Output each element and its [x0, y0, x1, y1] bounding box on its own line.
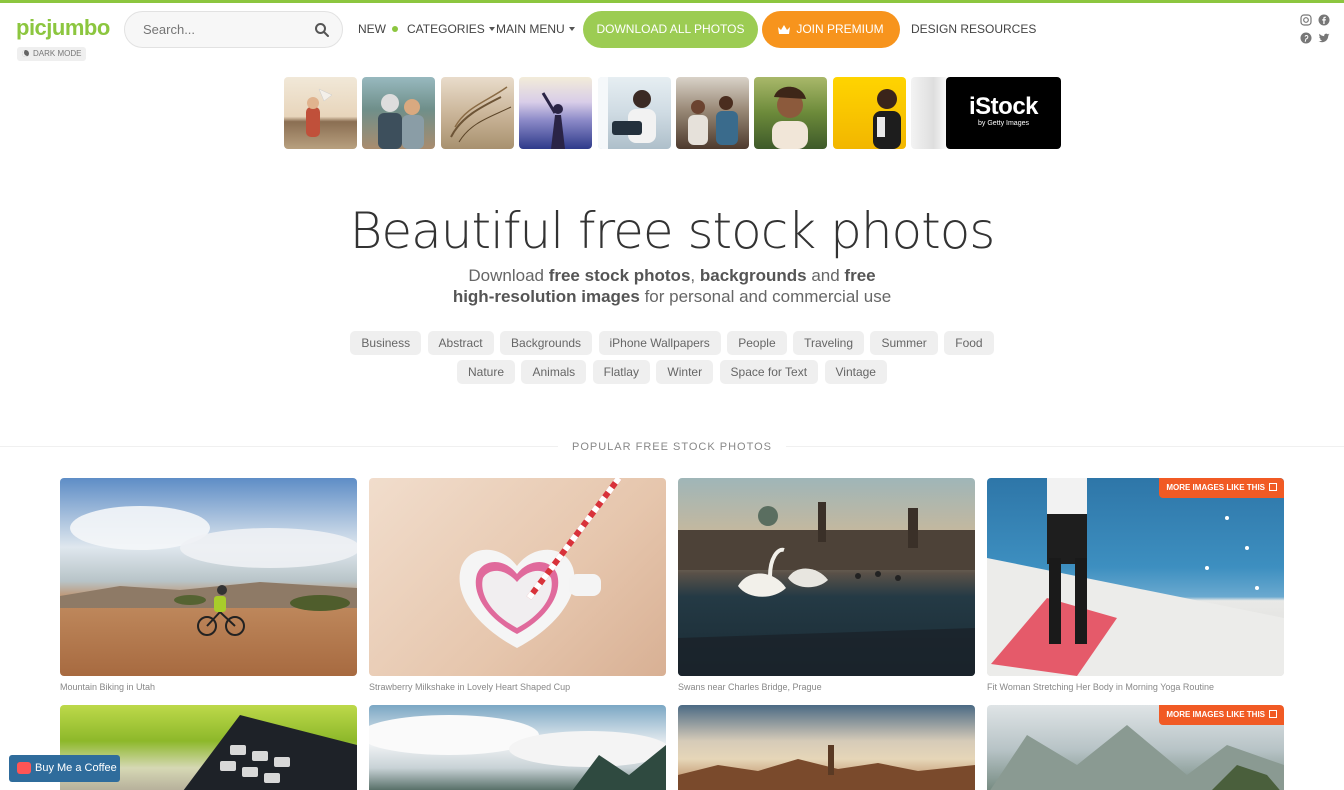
- new-indicator-icon: [392, 26, 398, 32]
- istock-sub-logo: by Getty Images: [978, 120, 1029, 127]
- tag-row-2: Nature Animals Flatlay Winter Space for …: [0, 360, 1344, 384]
- more-like-this-label: MORE IMAGES LIKE THIS: [1166, 710, 1265, 719]
- stock-thumbnail[interactable]: [441, 77, 514, 149]
- more-like-this-label: MORE IMAGES LIKE THIS: [1166, 483, 1265, 492]
- buy-me-a-coffee-label: Buy Me a Coffee: [35, 762, 117, 774]
- nav-new[interactable]: NEW: [358, 22, 398, 36]
- tag-people[interactable]: People: [727, 331, 787, 355]
- download-all-button[interactable]: DOWNLOAD ALL PHOTOS: [583, 11, 758, 48]
- nav-main-menu-label: MAIN MENU: [496, 22, 565, 36]
- photo-card[interactable]: MORE IMAGES LIKE THIS: [987, 478, 1284, 676]
- tag-abstract[interactable]: Abstract: [427, 331, 494, 355]
- tag-iphone-wallpapers[interactable]: iPhone Wallpapers: [598, 331, 721, 355]
- hero-title: Beautiful free stock photos: [349, 202, 996, 260]
- hero-sub-bold: free stock photos: [548, 266, 691, 285]
- more-like-this-badge[interactable]: MORE IMAGES LIKE THIS: [1159, 478, 1284, 498]
- dark-mode-label: DARK MODE: [33, 49, 82, 58]
- tag-food[interactable]: Food: [944, 331, 994, 355]
- stock-thumbnail[interactable]: [519, 77, 592, 149]
- nav-categories[interactable]: CATEGORIES: [407, 22, 495, 36]
- photo-card[interactable]: [369, 705, 666, 790]
- external-link-icon: [1269, 483, 1277, 491]
- nav-new-label: NEW: [358, 22, 386, 36]
- tag-vintage[interactable]: Vintage: [824, 360, 887, 384]
- photo-caption[interactable]: Mountain Biking in Utah: [60, 682, 155, 692]
- join-premium-button[interactable]: JOIN PREMIUM: [762, 11, 900, 48]
- tag-flatlay[interactable]: Flatlay: [592, 360, 650, 384]
- buy-me-a-coffee-button[interactable]: Buy Me a Coffee: [9, 755, 120, 782]
- photo-card[interactable]: MORE IMAGES LIKE THIS: [987, 705, 1284, 790]
- pinterest-icon[interactable]: [1300, 32, 1312, 44]
- photo-card[interactable]: [678, 705, 975, 790]
- site-logo[interactable]: picjumbo: [16, 15, 110, 41]
- crown-icon: [778, 25, 791, 34]
- stock-thumbnail[interactable]: [833, 77, 906, 149]
- external-link-icon: [1269, 710, 1277, 718]
- photo-caption[interactable]: Swans near Charles Bridge, Prague: [678, 682, 822, 692]
- stock-thumbnail[interactable]: [284, 77, 357, 149]
- caret-down-icon: [568, 27, 575, 31]
- tag-nature[interactable]: Nature: [457, 360, 516, 384]
- tag-animals[interactable]: Animals: [521, 360, 587, 384]
- nav-categories-label: CATEGORIES: [407, 22, 485, 36]
- istock-logo: iStock: [968, 93, 1039, 120]
- nav-design-resources[interactable]: DESIGN RESOURCES: [911, 22, 1036, 36]
- coffee-cup-icon: [17, 762, 31, 774]
- photo-card[interactable]: [60, 478, 357, 676]
- stock-thumbnail[interactable]: [911, 77, 949, 149]
- hero-sub-text: for personal and commercial use: [639, 287, 892, 306]
- twitter-icon[interactable]: [1318, 32, 1330, 44]
- photo-card[interactable]: [369, 478, 666, 676]
- join-premium-label: JOIN PREMIUM: [796, 22, 884, 36]
- tag-space-for-text[interactable]: Space for Text: [719, 360, 819, 384]
- facebook-icon[interactable]: [1318, 14, 1330, 26]
- hero-sub-text: and: [806, 266, 845, 285]
- tag-backgrounds[interactable]: Backgrounds: [500, 331, 593, 355]
- tag-winter[interactable]: Winter: [656, 360, 714, 384]
- popular-section-title: POPULAR FREE STOCK PHOTOS: [0, 441, 1344, 453]
- caret-down-icon: [488, 27, 495, 31]
- tag-summer[interactable]: Summer: [870, 331, 938, 355]
- istock-banner[interactable]: iStock by Getty Images: [946, 77, 1061, 149]
- photo-card[interactable]: [678, 478, 975, 676]
- instagram-icon[interactable]: [1300, 14, 1312, 26]
- hero-sub-text: ,: [690, 266, 700, 285]
- popular-title-text: POPULAR FREE STOCK PHOTOS: [557, 441, 787, 453]
- photo-caption[interactable]: Fit Woman Stretching Her Body in Morning…: [987, 682, 1214, 692]
- hero-sub-text: Download: [468, 266, 549, 285]
- tag-business[interactable]: Business: [350, 331, 422, 355]
- stock-thumbnail[interactable]: [598, 77, 671, 149]
- stock-thumbnail[interactable]: [754, 77, 827, 149]
- hero-subtitle: Download free stock photos, backgrounds …: [450, 265, 894, 307]
- stock-thumbnail[interactable]: [362, 77, 435, 149]
- stock-thumbnail[interactable]: [676, 77, 749, 149]
- tag-traveling[interactable]: Traveling: [793, 331, 864, 355]
- search-icon[interactable]: [314, 22, 330, 38]
- hero-sub-bold: backgrounds: [699, 266, 807, 285]
- more-like-this-badge[interactable]: MORE IMAGES LIKE THIS: [1159, 705, 1284, 725]
- nav-main-menu[interactable]: MAIN MENU: [496, 22, 575, 36]
- moon-icon: [22, 50, 29, 57]
- photo-caption[interactable]: Strawberry Milkshake in Lovely Heart Sha…: [369, 682, 570, 692]
- search-input[interactable]: [143, 22, 303, 37]
- tag-row-1: Business Abstract Backgrounds iPhone Wal…: [0, 331, 1344, 355]
- dark-mode-toggle[interactable]: DARK MODE: [17, 47, 87, 61]
- site-header: picjumbo NEW CATEGORIES MAIN MENU DOWNLO…: [0, 3, 1344, 55]
- search-box[interactable]: [124, 11, 343, 48]
